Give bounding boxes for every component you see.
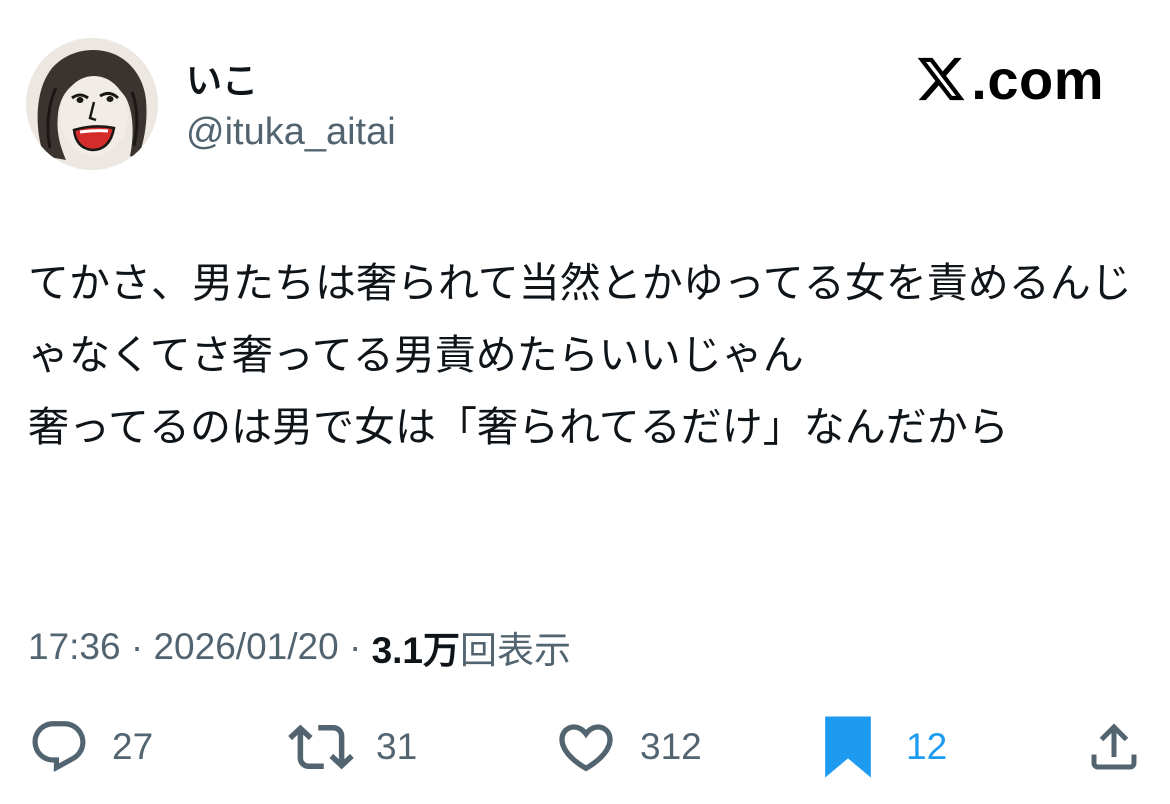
share-icon <box>1091 723 1137 770</box>
tweet-date[interactable]: 2026/01/20 <box>153 626 338 668</box>
avatar[interactable] <box>26 38 158 170</box>
x-logo-icon <box>918 57 965 101</box>
x-com-logo: .com <box>915 47 1104 111</box>
user-handle[interactable]: @ituka_aitai <box>186 111 396 154</box>
reply-button[interactable]: 27 <box>28 712 153 782</box>
action-bar: 27 31 312 12 <box>0 712 1170 782</box>
views-label: 回表示 <box>460 630 571 671</box>
bookmark-icon <box>825 716 871 778</box>
bookmark-count: 12 <box>906 726 948 767</box>
repost-icon <box>288 724 354 770</box>
repost-button[interactable]: 31 <box>288 712 417 782</box>
logo-text: .com <box>971 47 1104 111</box>
meta-separator: · <box>120 626 154 667</box>
tweet-text: てかさ、男たちは奢られて当然とかゆってる女を責めるんじゃなくてさ奢ってる男責めた… <box>28 259 1132 451</box>
like-button[interactable]: 312 <box>554 712 702 782</box>
reply-count: 27 <box>112 726 154 767</box>
reply-icon <box>32 721 86 773</box>
bookmark-button[interactable]: 12 <box>822 712 947 782</box>
tweet-meta: 17:36 · 2026/01/20 · 3.1万 回表示 <box>28 620 571 674</box>
like-count: 312 <box>640 726 702 767</box>
meta-separator: · <box>338 626 372 667</box>
display-name[interactable]: いこ <box>186 52 258 104</box>
heart-icon <box>559 724 613 772</box>
share-button[interactable] <box>1084 712 1144 782</box>
tweet-time[interactable]: 17:36 <box>28 626 121 668</box>
views-count: 3.1万 <box>371 630 460 671</box>
repost-count: 31 <box>376 726 418 767</box>
drawn-face-avatar-icon <box>26 38 158 170</box>
